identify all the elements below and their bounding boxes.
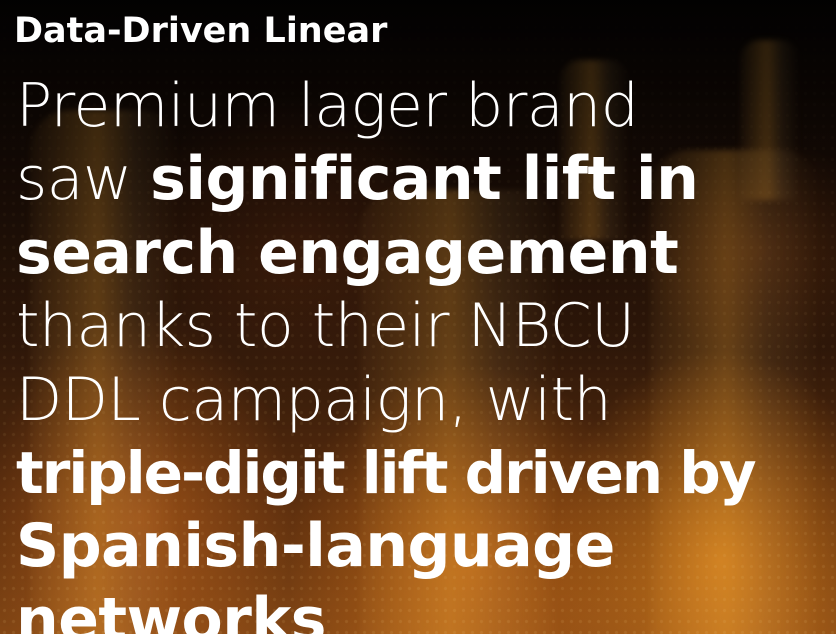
headline-text: Premium lager brand [16, 71, 639, 141]
hero-banner: Data-Driven Linear Premium lager brand s… [0, 0, 836, 634]
headline-emphasis: significant lift in [150, 144, 699, 215]
headline-emphasis: search engagement [16, 217, 679, 288]
headline-text: DDL campaign, with [16, 364, 612, 435]
headline-line: networks [16, 584, 755, 634]
headline: Premium lager brand saw significant lift… [16, 70, 757, 634]
headline-line: thanks to their NBCU [16, 290, 755, 363]
headline-line: saw significant lift in [16, 143, 755, 216]
headline-emphasis: triple-digit lift driven by [16, 438, 757, 507]
headline-text: thanks to their NBCU [16, 291, 635, 362]
headline-line: search engagement [16, 217, 755, 290]
headline-emphasis: Spanish-language [16, 511, 615, 582]
headline-emphasis: networks [16, 584, 326, 634]
headline-line: triple-digit lift driven by [16, 437, 757, 510]
headline-text: saw [16, 144, 151, 215]
headline-line: Spanish-language [16, 510, 755, 583]
category-label: Data-Driven Linear [14, 11, 388, 51]
headline-line: DDL campaign, with [16, 364, 755, 437]
headline-line: Premium lager brand [16, 70, 755, 143]
